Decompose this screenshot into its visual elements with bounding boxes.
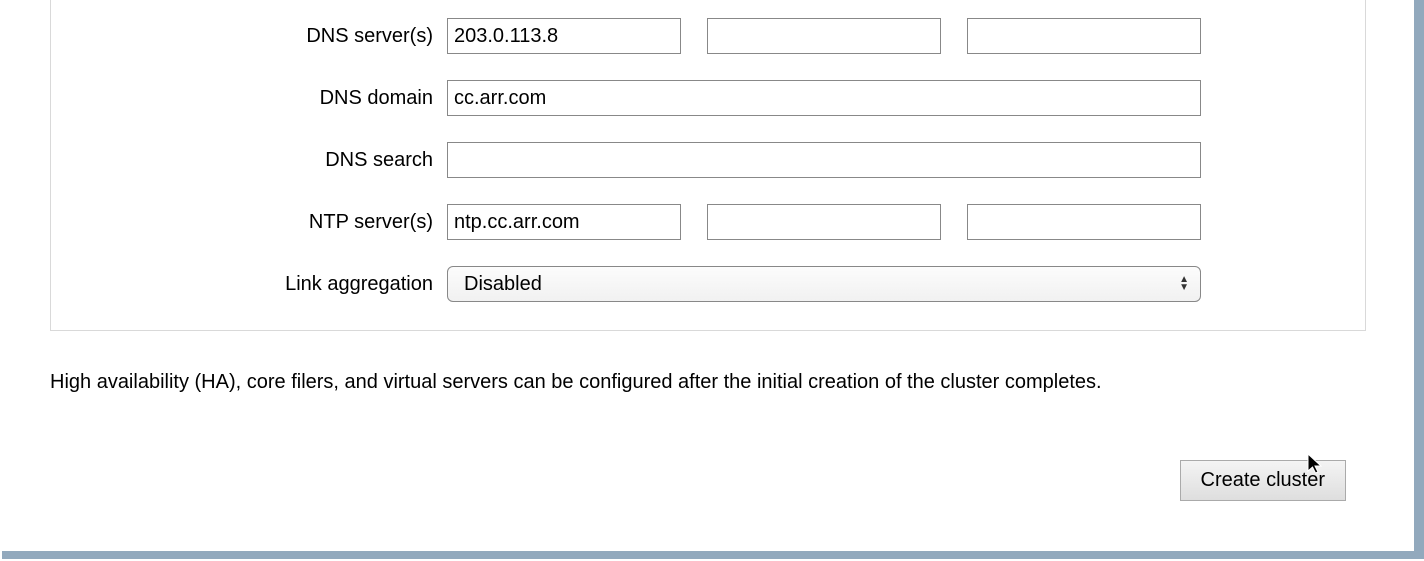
dns-domain-label: DNS domain <box>87 87 447 110</box>
dns-domain-input[interactable] <box>447 80 1201 116</box>
link-aggregation-label: Link aggregation <box>87 273 447 296</box>
create-cluster-button[interactable]: Create cluster <box>1180 460 1347 501</box>
dns-servers-label: DNS server(s) <box>87 25 447 48</box>
configuration-info-text: High availability (HA), core filers, and… <box>50 371 1366 394</box>
ntp-server-3-input[interactable] <box>967 204 1201 240</box>
ntp-server-1-input[interactable] <box>447 204 681 240</box>
dns-server-3-input[interactable] <box>967 18 1201 54</box>
ntp-server-2-input[interactable] <box>707 204 941 240</box>
link-aggregation-select[interactable]: Disabled <box>447 266 1201 302</box>
dns-server-1-input[interactable] <box>447 18 681 54</box>
dns-server-2-input[interactable] <box>707 18 941 54</box>
dns-search-label: DNS search <box>87 149 447 172</box>
ntp-servers-label: NTP server(s) <box>87 211 447 234</box>
dns-search-input[interactable] <box>447 142 1201 178</box>
network-settings-panel: DNS server(s) DNS domain DNS search NTP … <box>50 0 1366 331</box>
